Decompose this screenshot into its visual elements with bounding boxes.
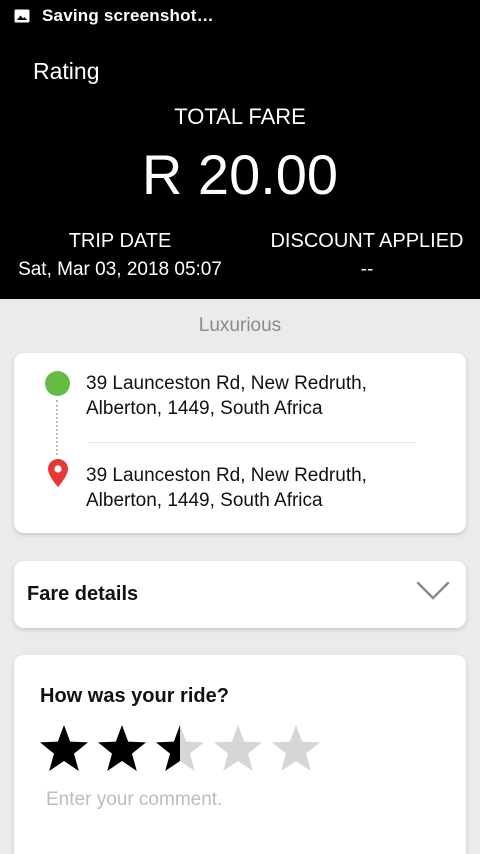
status-bar: Saving screenshot… bbox=[0, 0, 480, 32]
star-icon[interactable] bbox=[212, 723, 264, 773]
pickup-address-line1: 39 Launceston Rd, New Redruth, bbox=[86, 373, 367, 394]
route-connector bbox=[56, 400, 58, 455]
star-icon[interactable] bbox=[154, 723, 206, 773]
fare-header: Rating TOTAL FARE R 20.00 TRIP DATE Sat,… bbox=[0, 32, 480, 299]
star-icon[interactable] bbox=[38, 723, 90, 773]
pickup-address-line2: Alberton, 1449, South Africa bbox=[86, 398, 323, 419]
fare-details-toggle[interactable]: Fare details bbox=[14, 561, 466, 628]
location-pin-icon bbox=[48, 459, 68, 487]
status-text: Saving screenshot… bbox=[42, 6, 214, 25]
dropoff-address-line1: 39 Launceston Rd, New Redruth, bbox=[86, 465, 367, 486]
total-fare-label: TOTAL FARE bbox=[174, 104, 306, 129]
route-card: 39 Launceston Rd, New Redruth, Alberton,… bbox=[14, 353, 466, 533]
star-rating[interactable] bbox=[38, 723, 328, 773]
rating-question: How was your ride? bbox=[40, 685, 229, 707]
divider bbox=[88, 442, 416, 443]
image-icon bbox=[14, 9, 30, 23]
discount-value: -- bbox=[360, 259, 374, 280]
discount-label: DISCOUNT APPLIED bbox=[270, 230, 464, 252]
comment-input[interactable] bbox=[46, 789, 426, 811]
pickup-dot-icon bbox=[45, 371, 70, 396]
rating-card: How was your ride? bbox=[14, 655, 466, 854]
chevron-down-icon[interactable] bbox=[416, 581, 450, 601]
page-title: Rating bbox=[33, 58, 100, 84]
fare-details-label: Fare details bbox=[27, 583, 139, 605]
trip-date-block: TRIP DATE Sat, Mar 03, 2018 05:07 bbox=[0, 230, 240, 281]
pickup-address: 39 Launceston Rd, New Redruth, Alberton,… bbox=[86, 371, 426, 421]
dropoff-address: 39 Launceston Rd, New Redruth, Alberton,… bbox=[86, 463, 426, 513]
dropoff-address-line2: Alberton, 1449, South Africa bbox=[86, 490, 323, 511]
star-icon[interactable] bbox=[96, 723, 148, 773]
discount-block: DISCOUNT APPLIED -- bbox=[247, 230, 480, 281]
trip-date-value: Sat, Mar 03, 2018 05:07 bbox=[18, 259, 222, 280]
star-icon[interactable] bbox=[270, 723, 322, 773]
total-fare-value: R 20.00 bbox=[141, 143, 339, 206]
car-type: Luxurious bbox=[198, 315, 282, 336]
trip-date-label: TRIP DATE bbox=[68, 230, 172, 252]
